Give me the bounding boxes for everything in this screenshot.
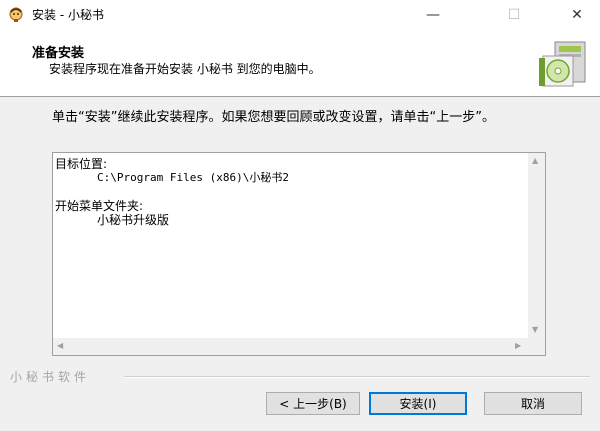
wizard-header: 准备安装 安装程序现在准备开始安装 小秘书 到您的电脑中。 [0,30,600,97]
title-bar: 安装 - 小秘书 — ☐ ✕ [0,0,600,30]
maximize-icon: ☐ [507,7,521,23]
minimize-button[interactable]: — [410,0,456,30]
vertical-scrollbar[interactable]: ▲ ▼ [528,153,545,339]
page-subtitle: 安装程序现在准备开始安装 小秘书 到您的电脑中。 [49,62,321,76]
window-title: 安装 - 小秘书 [32,8,104,22]
start-menu-value: 小秘书升级版 [97,213,170,227]
scroll-right-icon[interactable]: ▶ [515,341,521,350]
ready-memo[interactable]: 目标位置: C:\Program Files (x86)\小秘书2 开始菜单文件… [52,152,546,356]
cancel-button[interactable]: 取消 [484,392,582,415]
scroll-down-icon[interactable]: ▼ [532,325,538,334]
horizontal-scrollbar[interactable]: ◀ ▶ [53,338,545,355]
scroll-up-icon[interactable]: ▲ [532,156,538,165]
app-icon [9,7,23,22]
installer-graphic-icon [539,41,586,87]
back-button[interactable]: < 上一步(B) [266,392,360,415]
install-button[interactable]: 安装(I) [369,392,467,415]
destination-value: C:\Program Files (x86)\小秘书2 [97,171,289,184]
minimize-icon: — [426,7,440,23]
page-title: 准备安装 [32,46,85,61]
footer-divider [124,376,590,378]
instruction-text: 单击“安装”继续此安装程序。如果您想要回顾或改变设置，请单击“上一步”。 [52,110,495,125]
maximize-button[interactable]: ☐ [491,0,537,30]
brand-label: 小秘书软件 [10,370,91,384]
close-button[interactable]: ✕ [554,0,600,30]
scroll-left-icon[interactable]: ◀ [57,341,63,350]
close-icon: ✕ [571,7,583,23]
